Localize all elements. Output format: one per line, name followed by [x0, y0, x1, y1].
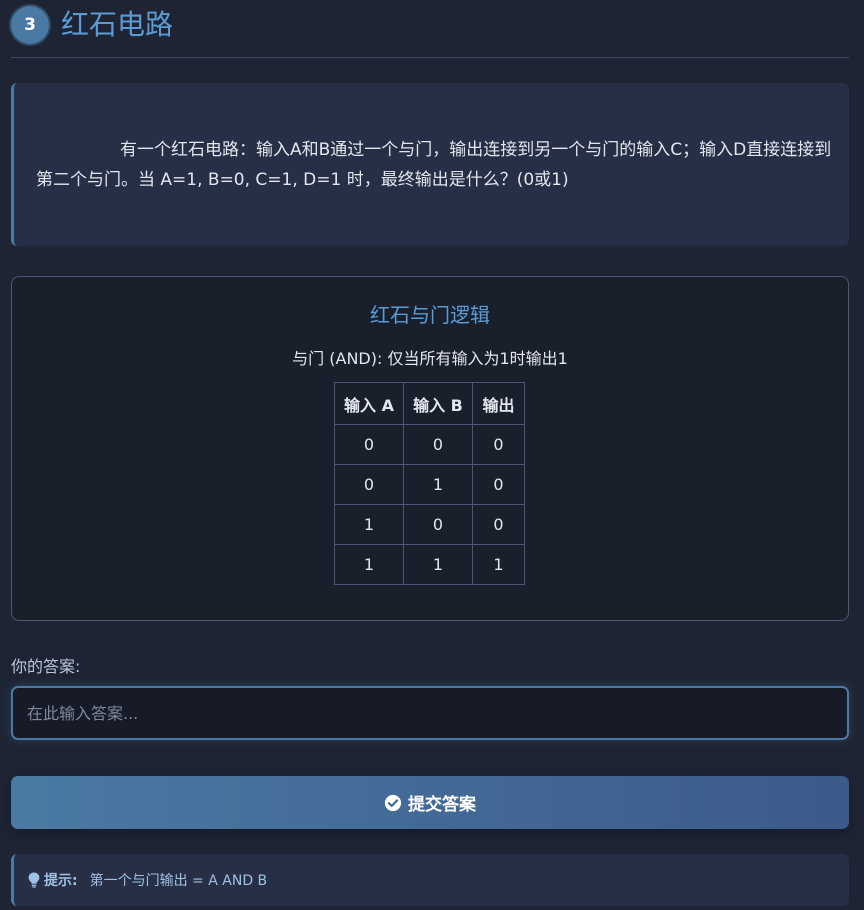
answer-label: 你的答案: — [11, 657, 81, 676]
column-header-input-b: 输入 B — [403, 382, 473, 425]
table-row: 0 1 0 — [334, 464, 525, 505]
table-cell: 0 — [334, 424, 404, 465]
question-card: 有一个红石电路：输入A和B通过一个与门，输出连接到另一个与门的输入C；输入D直接… — [11, 83, 849, 246]
hint-box: 提示: 第一个与门输出 = A AND B — [11, 854, 849, 906]
table-cell: 1 — [334, 544, 404, 585]
table-cell: 1 — [403, 464, 473, 505]
page-title: 红石电路 — [61, 8, 174, 41]
table-cell: 0 — [403, 424, 473, 465]
submit-answer-button[interactable]: 提交答案 — [11, 776, 849, 829]
hint-label: 提示: — [44, 873, 78, 889]
step-number-badge: 3 — [11, 6, 49, 44]
page-header: 3 红石电路 — [11, 2, 849, 58]
lightbulb-icon — [28, 872, 40, 888]
table-cell: 0 — [472, 424, 525, 465]
table-row: 0 0 0 — [334, 424, 525, 465]
hint-text: 第一个与门输出 = A AND B — [89, 873, 268, 889]
table-cell: 1 — [334, 504, 404, 545]
answer-input[interactable] — [11, 686, 849, 740]
table-header-row: 输入 A 输入 B 输出 — [334, 382, 525, 425]
column-header-output: 输出 — [472, 382, 525, 425]
table-cell: 0 — [334, 464, 404, 505]
check-circle-icon — [384, 794, 402, 811]
logic-reference-panel: 红石与门逻辑 与门 (AND): 仅当所有输入为1时输出1 输入 A 输入 B … — [11, 276, 849, 621]
table-cell: 0 — [403, 504, 473, 545]
table-cell: 1 — [403, 544, 473, 585]
table-cell: 0 — [472, 504, 525, 545]
logic-panel-title: 红石与门逻辑 — [370, 303, 490, 327]
table-row: 1 0 0 — [334, 504, 525, 545]
table-cell: 1 — [472, 544, 525, 585]
submit-button-label: 提交答案 — [408, 795, 476, 815]
table-row: 1 1 1 — [334, 544, 525, 585]
column-header-input-a: 输入 A — [334, 382, 404, 425]
question-text: 有一个红石电路：输入A和B通过一个与门，输出连接到另一个与门的输入C；输入D直接… — [36, 140, 832, 190]
truth-table: 输入 A 输入 B 输出 0 0 0 0 1 0 1 0 0 1 1 1 — [334, 382, 525, 585]
table-cell: 0 — [472, 464, 525, 505]
logic-panel-subtitle: 与门 (AND): 仅当所有输入为1时输出1 — [292, 349, 568, 368]
